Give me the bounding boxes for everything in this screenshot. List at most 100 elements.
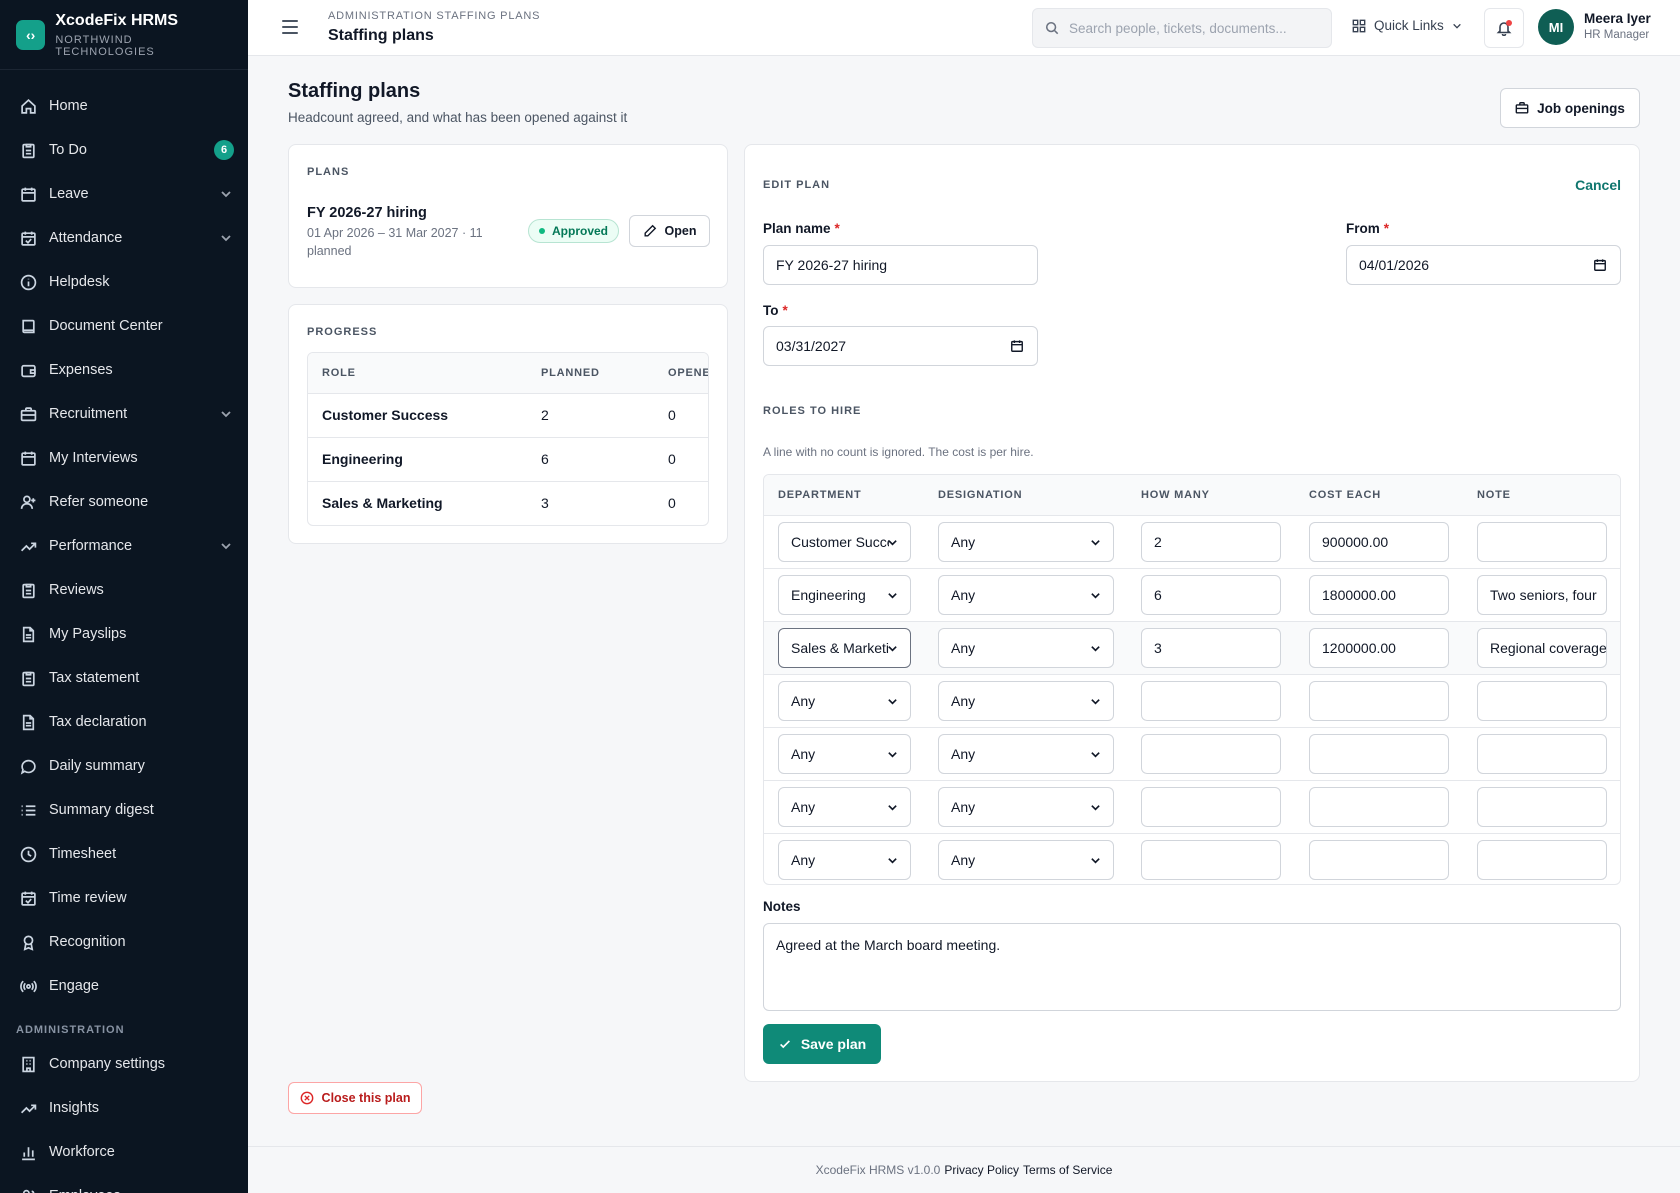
logo-icon: ‹› (16, 19, 46, 50)
note-input[interactable] (1477, 839, 1607, 880)
sidebar-item-document-center[interactable]: Document Center (0, 304, 248, 348)
sidebar-item-home[interactable]: Home (0, 84, 248, 128)
designation-select[interactable]: Any (938, 574, 1114, 615)
book-icon (22, 319, 35, 333)
brand[interactable]: ‹› XcodeFix HRMS NORTHWIND TECHNOLOGIES (0, 0, 248, 70)
avatar[interactable]: MI (1538, 9, 1574, 45)
sidebar-item-recognition[interactable]: Recognition (0, 920, 248, 964)
department-select[interactable]: Customer Success (778, 521, 911, 562)
terms-link[interactable]: Terms of Service (1023, 1163, 1112, 1177)
roles-table: DEPARTMENT DESIGNATION HOW MANY COST EAC… (764, 475, 1620, 884)
department-select[interactable]: Any (778, 786, 911, 827)
designation-select[interactable]: Any (938, 786, 1114, 827)
sidebar-item-leave[interactable]: Leave (0, 172, 248, 216)
sidebar-item-workforce[interactable]: Workforce (0, 1130, 248, 1174)
department-select[interactable]: Engineering (778, 574, 911, 615)
cost-each-input[interactable] (1309, 733, 1449, 774)
award-icon (23, 934, 34, 951)
trend-icon (20, 541, 37, 551)
sidebar-item-time-review[interactable]: Time review (0, 876, 248, 920)
privacy-link[interactable]: Privacy Policy (944, 1163, 1019, 1177)
note-input[interactable] (1477, 733, 1607, 774)
save-plan-button[interactable]: Save plan (763, 1024, 881, 1064)
sidebar-item-my-payslips[interactable]: My Payslips (0, 612, 248, 656)
cancel-link[interactable]: Cancel (1575, 177, 1621, 193)
search-input[interactable] (1069, 9, 1329, 47)
close-plan-button[interactable]: Close this plan (288, 1082, 422, 1114)
designation-select[interactable]: Any (938, 733, 1114, 774)
designation-select[interactable]: Any (938, 627, 1114, 668)
progress-role: Sales & Marketing (322, 495, 443, 512)
user-name[interactable]: Meera Iyer (1584, 11, 1651, 26)
calendar-icon[interactable] (1593, 258, 1607, 272)
sidebar-item-refer-someone[interactable]: Refer someone (0, 480, 248, 524)
designation-select[interactable]: Any (938, 839, 1114, 880)
sidebar-item-engage[interactable]: Engage (0, 964, 248, 1008)
department-select[interactable]: Any (778, 680, 911, 721)
chevron-down-icon (888, 857, 897, 864)
job-openings-button[interactable]: Job openings (1500, 88, 1640, 128)
cost-each-input[interactable]: 1200000.00 (1309, 627, 1449, 668)
quick-links-button[interactable]: Quick Links (1352, 18, 1470, 33)
calendar-icon[interactable] (1010, 339, 1024, 353)
note-input[interactable] (1477, 786, 1607, 827)
how-many-input[interactable]: 2 (1141, 521, 1281, 562)
sidebar-item-label: Insights (49, 1100, 99, 1116)
sidebar-item-performance[interactable]: Performance (0, 524, 248, 568)
edit-plan-card: EDIT PLAN Cancel Plan name* From* 04/01/… (744, 144, 1640, 1082)
role-row: Any Any (764, 674, 1620, 728)
cost-each-input[interactable]: 1800000.00 (1309, 574, 1449, 615)
notifications-button[interactable] (1484, 8, 1524, 48)
sidebar-item-expenses[interactable]: Expenses (0, 348, 248, 392)
pencil-icon (644, 224, 656, 237)
note-input[interactable] (1477, 680, 1607, 721)
how-many-input[interactable] (1141, 680, 1281, 721)
plan-name-input[interactable] (763, 245, 1038, 285)
cost-each-input[interactable]: 900000.00 (1309, 521, 1449, 562)
designation-select[interactable]: Any (938, 521, 1114, 562)
how-many-input[interactable] (1141, 839, 1281, 880)
from-date-input[interactable]: 04/01/2026 (1346, 245, 1621, 285)
sidebar-item-insights[interactable]: Insights (0, 1086, 248, 1130)
sidebar-item-employees[interactable]: Employees (0, 1174, 248, 1193)
menu-icon[interactable] (282, 20, 298, 34)
to-date-input[interactable]: 03/31/2027 (763, 326, 1038, 366)
sidebar-item-tax-statement[interactable]: Tax statement (0, 656, 248, 700)
sidebar-item-to-do[interactable]: To Do 6 (0, 128, 248, 172)
sidebar-item-daily-summary[interactable]: Daily summary (0, 744, 248, 788)
notes-textarea[interactable]: Agreed at the March board meeting. (763, 923, 1621, 1011)
designation-select[interactable]: Any (938, 680, 1114, 721)
cost-each-input[interactable] (1309, 680, 1449, 721)
sidebar-item-my-interviews[interactable]: My Interviews (0, 436, 248, 480)
sidebar-item-reviews[interactable]: Reviews (0, 568, 248, 612)
cost-each-input[interactable] (1309, 786, 1449, 827)
how-many-input[interactable]: 3 (1141, 627, 1281, 668)
department-select[interactable]: Any (778, 839, 911, 880)
sidebar-item-helpdesk[interactable]: Helpdesk (0, 260, 248, 304)
sidebar-item-label: Engage (49, 978, 99, 994)
how-many-input[interactable] (1141, 733, 1281, 774)
department-select[interactable]: Sales & Marketing (778, 627, 911, 668)
note-input[interactable] (1477, 521, 1607, 562)
col-role: ROLE (308, 353, 527, 394)
sidebar-item-timesheet[interactable]: Timesheet (0, 832, 248, 876)
department-select[interactable]: Any (778, 733, 911, 774)
how-many-input[interactable] (1141, 786, 1281, 827)
open-plan-button[interactable]: Open (629, 215, 710, 247)
note-input[interactable]: Regional coverage (1477, 627, 1607, 668)
calendar-check-icon (21, 231, 36, 246)
cost-each-input[interactable] (1309, 839, 1449, 880)
sidebar-item-recruitment[interactable]: Recruitment (0, 392, 248, 436)
progress-row: Customer Success 2 0 (308, 393, 708, 438)
sidebar-item-tax-declaration[interactable]: Tax declaration (0, 700, 248, 744)
sidebar-item-summary-digest[interactable]: Summary digest (0, 788, 248, 832)
note-input[interactable]: Two seniors, four (1477, 574, 1607, 615)
file-icon (22, 626, 35, 642)
sidebar-item-company-settings[interactable]: Company settings (0, 1042, 248, 1086)
sidebar-item-label: Attendance (49, 230, 123, 246)
sidebar-item-attendance[interactable]: Attendance (0, 216, 248, 260)
roles-label: ROLES TO HIRE (763, 405, 862, 417)
how-many-input[interactable]: 6 (1141, 574, 1281, 615)
file-icon (22, 714, 35, 730)
plan-name[interactable]: FY 2026-27 hiring (307, 205, 427, 221)
